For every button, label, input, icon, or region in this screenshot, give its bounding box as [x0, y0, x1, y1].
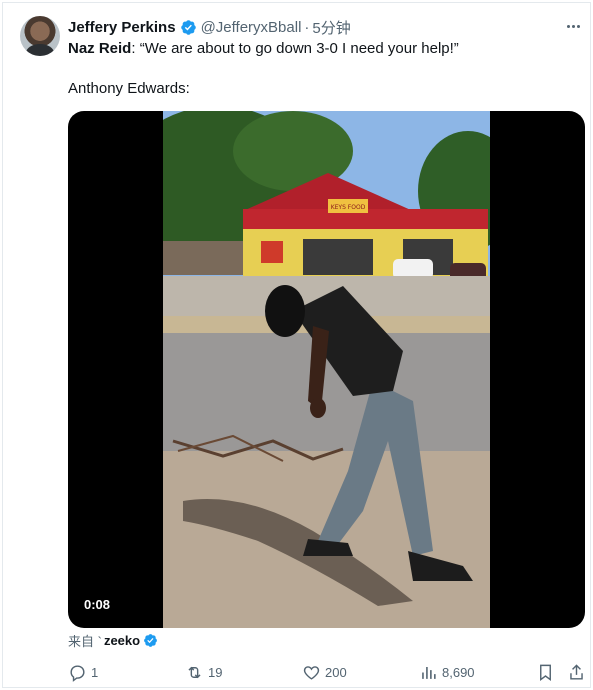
- share-button[interactable]: [567, 660, 586, 684]
- bookmark-button[interactable]: [536, 660, 555, 684]
- tweet-text: Naz Reid: “We are about to go down 3-0 I…: [68, 39, 568, 99]
- video-player[interactable]: KEYS FOOD 0:08: [68, 111, 585, 628]
- tweet-header: Jeffery Perkins @JefferyxBball · 5分钟: [68, 17, 351, 37]
- source-prefix: 来自 `: [68, 633, 102, 649]
- avatar-shirt: [26, 44, 54, 56]
- reply-button[interactable]: 1: [68, 660, 98, 684]
- tweet-actions: 1 19 200 8,690: [68, 660, 585, 684]
- tweet-text-line1: Naz Reid: “We are about to go down 3-0 I…: [68, 39, 568, 59]
- author-handle[interactable]: @JefferyxBball: [201, 19, 302, 36]
- views-button[interactable]: 8,690: [419, 660, 475, 684]
- author-name[interactable]: Jeffery Perkins: [68, 19, 176, 36]
- bookmark-icon: [540, 664, 551, 681]
- analytics-icon: [422, 666, 436, 679]
- like-button[interactable]: 200: [302, 660, 347, 684]
- media-source-attribution: 来自 ` zeeko: [68, 631, 162, 649]
- like-count: 200: [325, 664, 347, 680]
- retweet-count: 19: [208, 664, 223, 680]
- retweet-icon: [188, 666, 201, 678]
- video-scene-illustration: KEYS FOOD: [163, 111, 490, 628]
- heart-icon: [303, 665, 320, 680]
- author-avatar[interactable]: [20, 16, 60, 56]
- reply-count: 1: [91, 664, 99, 680]
- retweet-button[interactable]: 19: [185, 660, 222, 684]
- verified-badge-icon: [144, 633, 157, 647]
- tweet-text-line2: Anthony Edwards:: [68, 80, 190, 97]
- tweet-timestamp[interactable]: 5分钟: [312, 17, 350, 38]
- view-count: 8,690: [442, 664, 475, 680]
- quote-text: : “We are about to go down 3-0 I need yo…: [131, 40, 459, 57]
- mentioned-name: Naz Reid: [68, 40, 132, 57]
- share-icon: [570, 663, 583, 680]
- reply-icon: [70, 664, 85, 682]
- video-frame: KEYS FOOD: [163, 111, 490, 628]
- more-options-icon[interactable]: [563, 16, 583, 36]
- video-duration: 0:08: [78, 595, 117, 614]
- verified-badge-icon: [180, 19, 196, 35]
- source-account-link[interactable]: zeeko: [104, 633, 140, 648]
- header-separator: ·: [304, 18, 310, 36]
- store-sign: KEYS FOOD: [331, 204, 366, 211]
